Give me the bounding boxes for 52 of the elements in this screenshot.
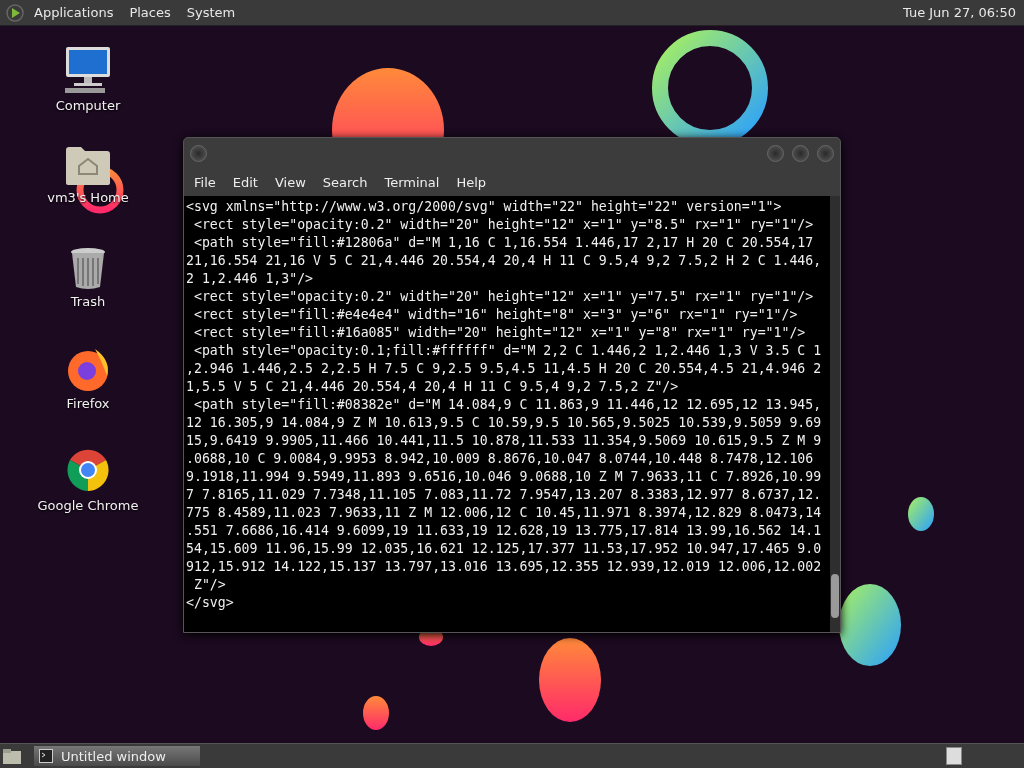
terminal-line: .551 7.6686,16.414 9.6099,19 11.633,19 12.628,19 13.775,17.814 13.99,16.562 14.1	[186, 522, 823, 540]
terminal-line: 775 8.4589,11.023 7.9633,11 Z M 12.006,12 C 10.45,11.971 8.3974,12.829 8.0473,14	[186, 504, 823, 522]
scrollbar-thumb[interactable]	[831, 574, 839, 618]
terminal-line: ,2.946 1.446,2.5 2,2.5 H 7.5 C 9,2.5 9.5,4.5 11,4.5 H 20 C 20.554,4.5 21,4.946 2	[186, 360, 823, 378]
menu-item[interactable]: View	[268, 174, 314, 190]
desktop-icon-label[interactable]: Firefox	[66, 396, 110, 411]
terminal-line: 7 7.8165,11.029 7.7348,11.105 7.083,11.72 7.9547,13.207 8.3383,12.977 8.6737,12.	[186, 486, 823, 504]
menu-item[interactable]: Help	[450, 174, 495, 190]
window-menu-button[interactable]	[190, 144, 207, 162]
computer-icon	[63, 46, 113, 94]
menu-item[interactable]: Terminal	[378, 174, 448, 190]
firefox-icon	[65, 346, 111, 392]
panel-menu[interactable]: Places	[123, 5, 177, 20]
terminal-line: .0688,10 C 9.0084,9.9953 8.942,10.009 8.8676,10.047 8.0744,10.448 8.7478,12.106	[186, 450, 815, 468]
scrollbar[interactable]	[830, 196, 840, 632]
terminal-line: Z"/>	[192, 576, 227, 594]
home-folder-icon	[65, 146, 111, 186]
panel-menu[interactable]: System	[180, 5, 242, 20]
terminal-line: </svg>	[186, 594, 235, 612]
terminal-line: <rect style="fill:#e4e4e4" width="16" height="8" x="3" y="6" rx="1" ry="1"/>	[192, 306, 799, 324]
terminal-line: 1,5.5 V 5 C 21,4.446 20.554,4 20,4 H 11 C 9.5,4 9,2 7.5,2 Z"/>	[186, 378, 680, 396]
terminal-line: <rect style="fill:#16a085" width="20" height="12" x="1" y="8" rx="1" ry="1"/>	[192, 324, 807, 342]
close-button[interactable]	[817, 144, 834, 162]
desktop-icon[interactable]	[2, 747, 22, 765]
terminal-line: 12 16.305,9 14.084,9 Z M 10.613,9.5 C 10.59,9.5 10.565,9.5025 10.539,9.5059 9.69	[186, 414, 823, 432]
menu-item[interactable]: Search	[316, 174, 376, 190]
terminal-line: 21,16.554 21,16 V 5 C 21,4.446 20.554,4 20,4 H 11 C 9.5,4 9,2 7.5,2 H 2 C 1.446,	[186, 252, 823, 270]
terminal-line: <svg xmlns="http://www.w3.org/2000/svg" width="22" height="22" version="1">	[186, 198, 783, 216]
menu-item[interactable]: Edit	[226, 174, 266, 190]
trash-icon	[69, 246, 107, 290]
clock[interactable]: Tue Jun 27, 06:50	[902, 5, 1016, 20]
terminal-line: 2 1,2.446 1,3"/>	[186, 270, 315, 288]
terminal-line: 15,9.6419 9.9905,11.466 10.441,11.5 10.878,11.533 11.354,9.5069 10.615,9.5 Z M 9	[186, 432, 823, 450]
panel-menu[interactable]: Applications	[28, 5, 120, 20]
terminal-icon	[39, 749, 53, 763]
terminal-line: 9.1918,11.994 9.5949,11.893 9.6516,10.046 9.0688,10 Z M 7.9633,11 C 7.8926,10.99	[186, 468, 823, 486]
terminal-line: <path style="fill:#08382e" d="M 14.084,9 C 11.863,9 11.446,12 12.695,12 13.945,	[192, 396, 823, 414]
minimize-button[interactable]	[767, 144, 784, 162]
terminal-line: <path style="opacity:0.1;fill:#ffffff" d="M 2,2 C 1.446,2 1,2.446 1,3 V 3.5 C 1	[192, 342, 823, 360]
play-icon	[6, 3, 24, 22]
terminal-line: 912,15.912 14.122,15.137 13.797,13.016 13.695,12.355 12.939,12.019 12.006,12.002	[186, 558, 823, 576]
menu-item[interactable]: File	[188, 174, 224, 190]
terminal-line: <rect style="opacity:0.2" width="20" height="12" x="1" y="8.5" rx="1" ry="1"/>	[192, 216, 815, 234]
terminal-line: <path style="fill:#12806a" d="M 1,16 C 1,16.554 1.446,17 2,17 H 20 C 20.554,17	[192, 234, 815, 252]
terminal-line: 54,15.609 11.96,15.99 12.035,16.621 12.125,17.377 11.53,17.952 10.947,17.465 9.0	[186, 540, 823, 558]
maximize-button[interactable]	[792, 144, 809, 162]
desktop-icon-label[interactable]: Google Chrome	[37, 498, 139, 513]
workspace-switcher[interactable]	[946, 747, 962, 765]
taskbar-window-button[interactable]: Untitled window	[34, 746, 200, 766]
desktop-icon-label[interactable]: Computer	[55, 98, 121, 113]
desktop-icon-label[interactable]: Trash	[70, 294, 106, 309]
terminal-line: <rect style="opacity:0.2" width="20" height="12" x="1" y="7.5" rx="1" ry="1"/>	[192, 288, 815, 306]
